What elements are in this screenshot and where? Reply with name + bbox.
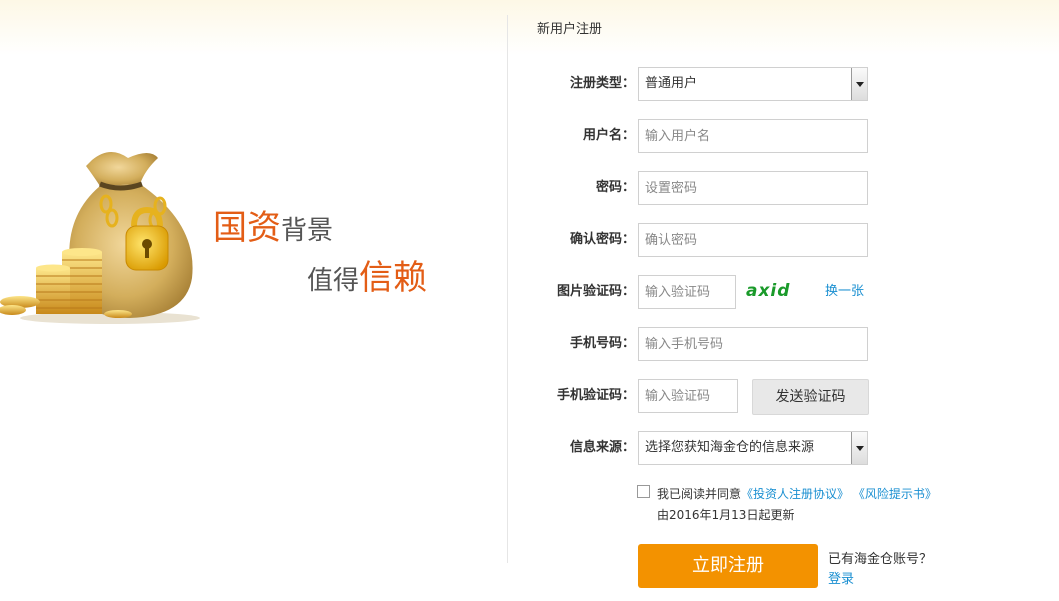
slogan-line-2: 值得信赖 [307, 250, 427, 299]
agreement-update-note: 由2016年1月13日起更新 [657, 508, 795, 522]
agreement-text: 我已阅读并同意《投资人注册协议》 《风险提示书》 [657, 484, 937, 505]
sms-code-input[interactable] [639, 380, 737, 412]
risk-notice-link[interactable]: 《风险提示书》 [853, 487, 937, 501]
sms-code-row: 手机验证码： 发送验证码 [508, 379, 928, 415]
slogan-text-2: 值得 [307, 266, 360, 296]
password-row: 密码： [508, 171, 928, 205]
money-bag-illustration [0, 140, 200, 330]
confirm-password-row: 确认密码： [508, 223, 928, 257]
username-label: 用户名： [582, 128, 635, 143]
reg-type-select[interactable]: 普通用户 [638, 67, 868, 101]
refresh-captcha-link[interactable]: 换一张 [825, 275, 864, 309]
confirm-password-field-box [638, 223, 868, 257]
slogan-line-1: 国资背景 [213, 200, 333, 249]
username-input[interactable] [639, 120, 867, 152]
chevron-down-icon[interactable] [851, 432, 867, 464]
confirm-password-input[interactable] [639, 224, 867, 256]
login-link[interactable]: 登录 [828, 568, 854, 587]
chevron-down-icon[interactable] [851, 68, 867, 100]
reg-type-row: 注册类型： 普通用户 [508, 67, 928, 101]
username-row: 用户名： [508, 119, 928, 153]
register-button[interactable]: 立即注册 [638, 544, 818, 588]
investor-agreement-link[interactable]: 《投资人注册协议》 [741, 487, 849, 501]
sms-code-label: 手机验证码： [556, 388, 635, 403]
sms-code-field-box [638, 379, 738, 413]
image-captcha-field-box [638, 275, 736, 309]
password-label: 密码： [595, 180, 635, 195]
image-captcha-row: 图片验证码： axid 换一张 [508, 275, 928, 309]
slogan-highlight-1: 国资 [213, 208, 281, 248]
agreement-prefix: 我已阅读并同意 [657, 487, 742, 501]
agree-checkbox[interactable] [637, 485, 650, 498]
slogan-highlight-2: 信赖 [359, 258, 428, 298]
source-row: 信息来源： 选择您获知海金仓的信息来源 [508, 431, 928, 465]
source-value: 选择您获知海金仓的信息来源 [645, 440, 815, 455]
confirm-password-label: 确认密码： [569, 232, 635, 247]
phone-input[interactable] [639, 328, 867, 360]
have-account-text: 已有海金仓账号？ [828, 552, 933, 567]
slogan-text-1: 背景 [281, 216, 334, 246]
image-captcha-input[interactable] [639, 276, 735, 308]
username-field-box [638, 119, 868, 153]
source-select[interactable]: 选择您获知海金仓的信息来源 [638, 431, 868, 465]
phone-label: 手机号码： [569, 336, 635, 351]
captcha-image[interactable]: axid [746, 275, 790, 309]
password-field-box [638, 171, 868, 205]
phone-field-box [638, 327, 868, 361]
image-captcha-label: 图片验证码： [556, 284, 635, 299]
send-sms-button[interactable]: 发送验证码 [752, 379, 869, 415]
source-label: 信息来源： [569, 440, 635, 455]
phone-row: 手机号码： [508, 327, 928, 361]
reg-type-label: 注册类型： [569, 76, 635, 91]
password-input[interactable] [639, 172, 867, 204]
reg-type-value: 普通用户 [645, 76, 698, 91]
page-title: 新用户注册 [537, 22, 603, 37]
